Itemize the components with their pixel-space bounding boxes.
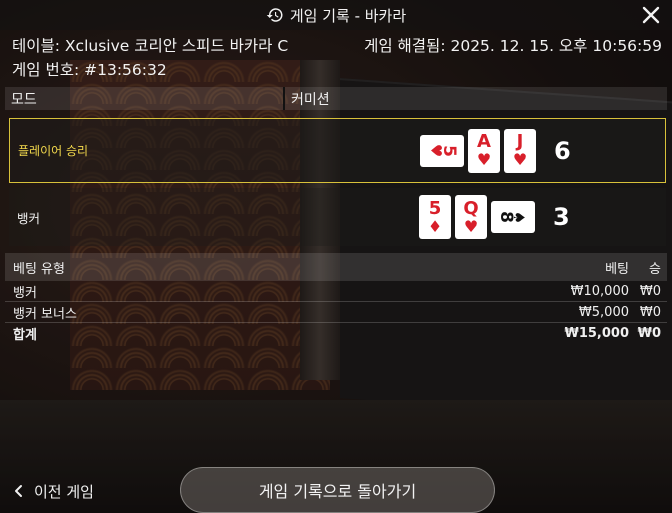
bet-type: 뱅커 보너스: [13, 306, 77, 322]
previous-game-button[interactable]: 이전 게임: [14, 478, 94, 504]
card-suit: ♥: [476, 150, 492, 169]
banker-card-1: 5 ♦: [419, 195, 451, 239]
win-amount-header: 승: [649, 261, 661, 277]
mode-commission-bar: 모드 커미션: [5, 87, 667, 110]
player-result-row: 플레이어 승리 ♥ 5 A ♥ J ♥ 6: [9, 118, 666, 183]
table-name: 테이블: Xclusive 코리안 스피드 바카라 C: [12, 37, 289, 55]
card-rank: Q: [463, 197, 479, 219]
win-amount: ₩0: [639, 304, 661, 320]
win-amount: ₩0: [639, 283, 661, 299]
total-row: 합계 ₩15,000 ₩0: [5, 323, 667, 344]
card-suit: ♥: [512, 150, 528, 169]
total-win: ₩0: [637, 326, 661, 341]
card-rank: 5: [428, 197, 442, 219]
total-bet: ₩15,000: [564, 326, 629, 341]
history-icon: [266, 8, 283, 22]
card-suit: ♥: [463, 216, 479, 236]
mode-label: 모드: [5, 87, 285, 110]
banker-card-2: Q ♥: [455, 195, 487, 239]
player-card-1: ♥ 5: [420, 134, 464, 167]
bet-amount: ₩5,000: [578, 304, 629, 320]
back-to-history-button[interactable]: 게임 기록으로 돌아가기: [180, 467, 495, 513]
bet-amount: ₩10,000: [570, 283, 629, 299]
title-bar: 게임 기록 - 바카라: [0, 0, 672, 30]
player-card-2: A ♥: [468, 128, 500, 173]
game-info: 테이블: Xclusive 코리안 스피드 바카라 C 게임 해결됨: 2025…: [12, 34, 662, 82]
bet-type-header: 베팅 유형: [13, 261, 65, 277]
banker-card-3: 8 ♠: [491, 201, 535, 233]
previous-game-label: 이전 게임: [34, 482, 94, 501]
card-rank: 5: [438, 144, 459, 157]
table-row: 뱅커 ₩10,000 ₩0: [5, 281, 667, 302]
player-cards: ♥ 5 A ♥ J ♥: [420, 128, 542, 173]
banker-result-label: 뱅커: [17, 210, 41, 226]
player-result-label: 플레이어 승리: [18, 144, 89, 158]
table-row: 뱅커 보너스 ₩5,000 ₩0: [5, 302, 667, 323]
card-suit: ♦: [427, 216, 443, 236]
banker-score: 3: [553, 203, 570, 231]
close-icon: [642, 6, 660, 24]
card-rank: J: [516, 131, 524, 152]
bet-table: 베팅 유형 베팅 승 뱅커 ₩10,000 ₩0 뱅커 보너스 ₩5,000 ₩…: [5, 253, 667, 344]
commission-label: 커미션: [291, 91, 330, 108]
back-to-history-label: 게임 기록으로 돌아가기: [258, 482, 417, 501]
player-card-3: J ♥: [504, 128, 536, 173]
card-suit: ♠: [510, 210, 529, 224]
resolved-time: 게임 해결됨: 2025. 12. 15. 오후 10:56:59: [364, 37, 662, 55]
chevron-left-icon: [15, 485, 22, 497]
window-title: 게임 기록 - 바카라: [289, 6, 407, 25]
total-label: 합계: [13, 328, 37, 343]
bet-type: 뱅커: [13, 285, 37, 301]
player-score: 6: [554, 136, 571, 165]
bet-table-header: 베팅 유형 베팅 승: [5, 253, 667, 281]
card-rank: A: [477, 131, 491, 152]
close-button[interactable]: [640, 4, 662, 26]
banker-result-row: 뱅커 5 ♦ Q ♥ 8 ♠ 3: [9, 188, 666, 246]
banker-cards: 5 ♦ Q ♥ 8 ♠: [419, 195, 541, 239]
bet-amount-header: 베팅: [605, 261, 629, 277]
game-number: 게임 번호: #13:56:32: [12, 61, 167, 79]
